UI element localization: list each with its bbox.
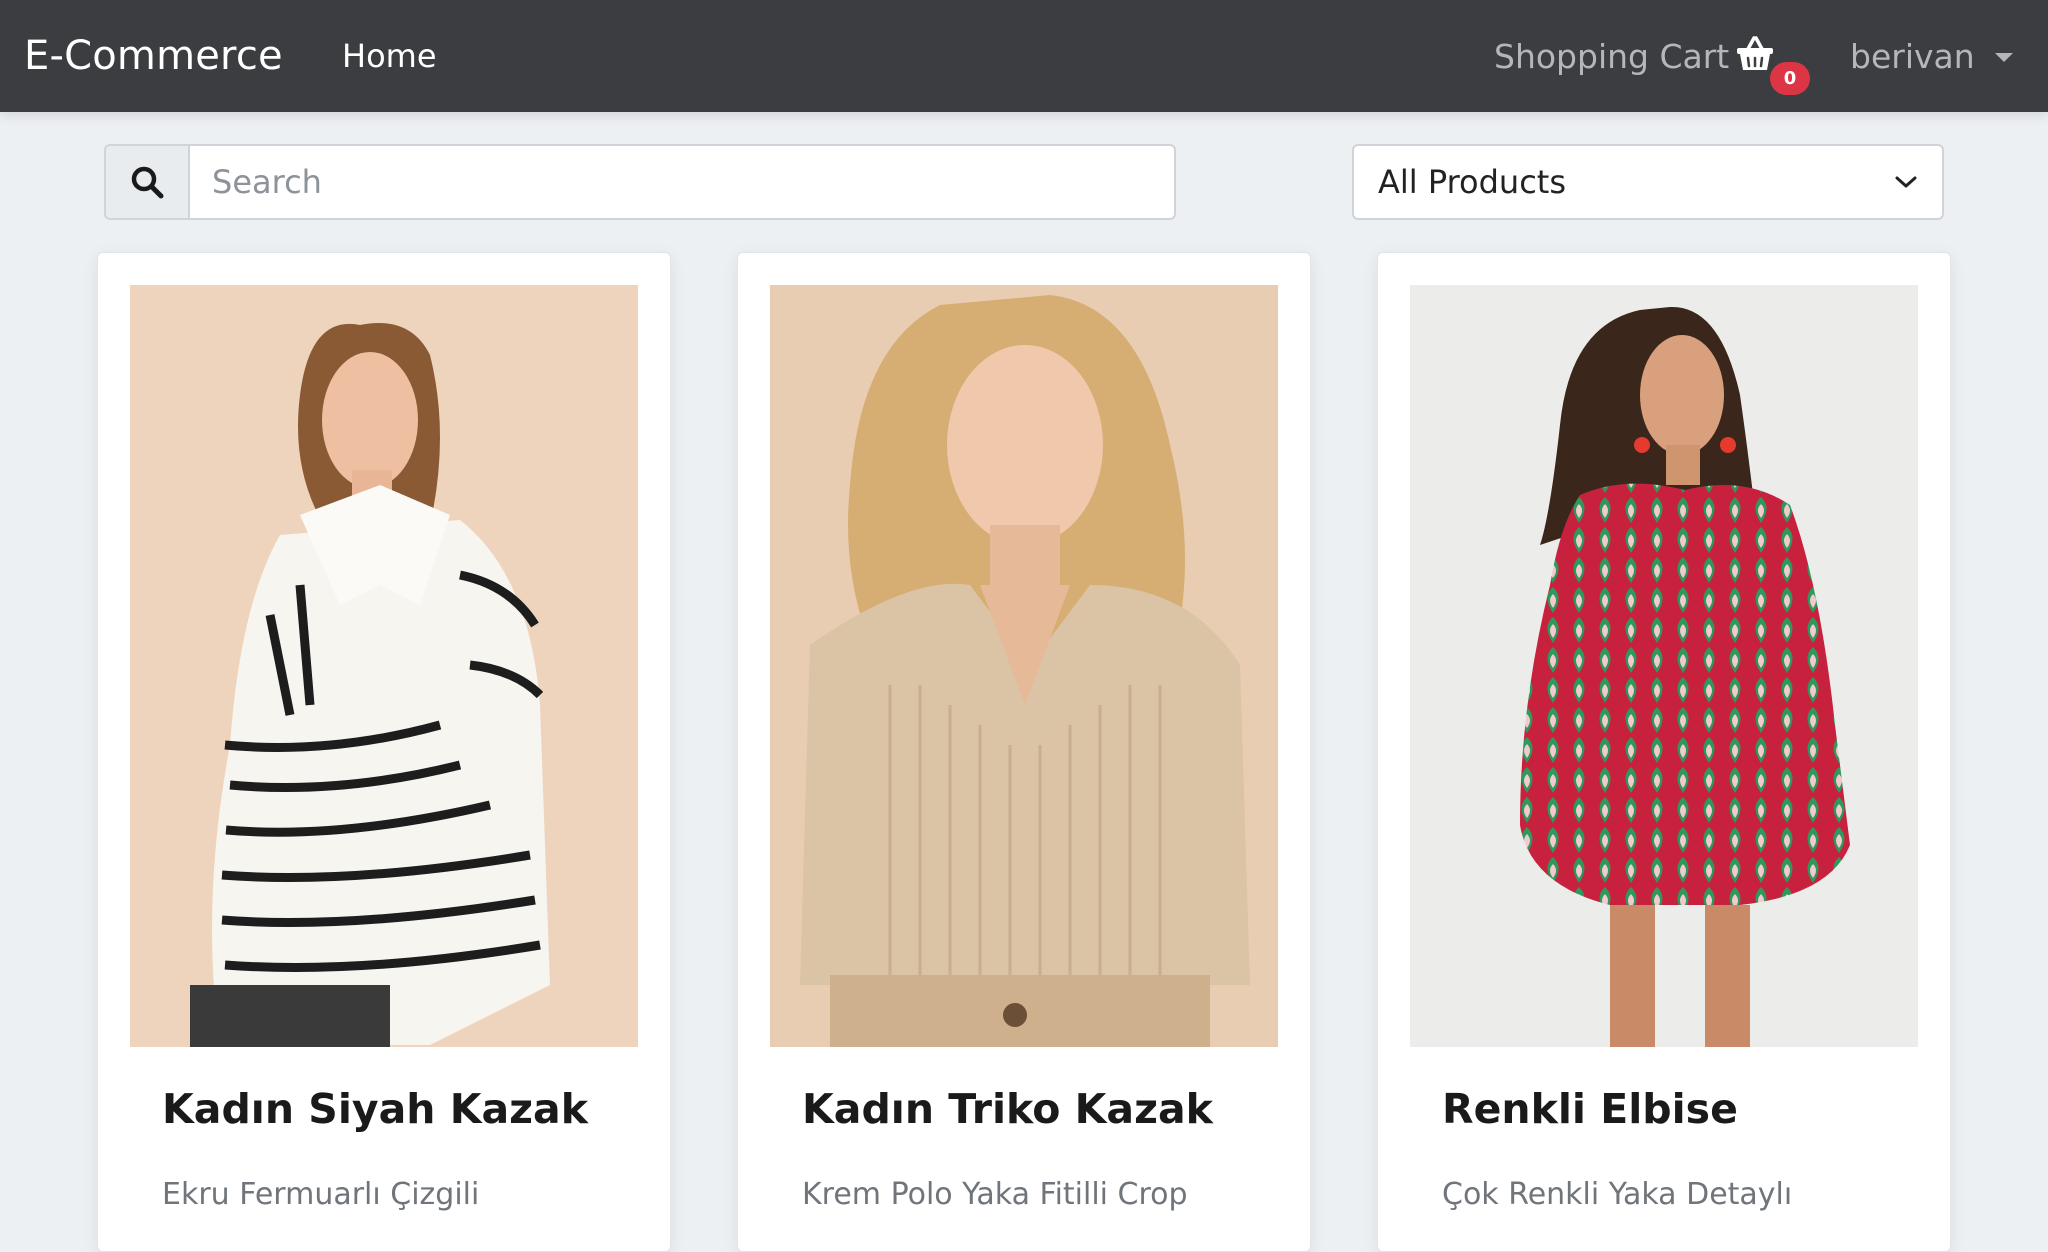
user-menu-toggle[interactable]: berivan — [1850, 32, 2013, 80]
product-card[interactable]: Renkli Elbise Çok Renkli Yaka Detaylı — [1377, 252, 1951, 1252]
cart-count-badge: 0 — [1770, 62, 1810, 95]
category-select[interactable]: All Products — [1352, 144, 1944, 220]
product-description: Krem Polo Yaka Fitilli Crop — [802, 1177, 1188, 1212]
nav-link-home[interactable]: Home — [342, 36, 437, 76]
category-selected-value: All Products — [1378, 163, 1567, 201]
product-description: Ekru Fermuarlı Çizgili — [162, 1177, 480, 1212]
product-card[interactable]: Kadın Siyah Kazak Ekru Fermuarlı Çizgili — [97, 252, 671, 1252]
product-photo-patterned-dress — [1410, 285, 1918, 1047]
search-input[interactable] — [188, 144, 1176, 220]
product-image[interactable] — [1410, 285, 1918, 1047]
shopping-cart-link[interactable]: Shopping Cart — [1494, 32, 1775, 80]
product-title[interactable]: Kadın Triko Kazak — [802, 1085, 1213, 1133]
basket-icon — [1737, 36, 1774, 70]
navbar: E-Commerce Home Shopping Cart 0 berivan — [0, 0, 2048, 112]
search-icon — [131, 166, 164, 199]
product-title[interactable]: Kadın Siyah Kazak — [162, 1085, 588, 1133]
brand-logo[interactable]: E-Commerce — [24, 30, 283, 82]
product-image[interactable] — [130, 285, 638, 1047]
product-card[interactable]: Kadın Triko Kazak Krem Polo Yaka Fitilli… — [737, 252, 1311, 1252]
chevron-down-icon — [1895, 176, 1917, 188]
caret-down-icon — [1994, 52, 2013, 62]
search-icon-addon — [104, 144, 188, 220]
product-image[interactable] — [770, 285, 1278, 1047]
shopping-cart-label: Shopping Cart — [1494, 36, 1730, 76]
search-group — [104, 144, 1176, 220]
product-photo-striped-sweater — [130, 285, 638, 1047]
product-photo-beige-knit — [770, 285, 1278, 1047]
user-name: berivan — [1850, 36, 1975, 76]
product-title[interactable]: Renkli Elbise — [1442, 1085, 1738, 1133]
product-description: Çok Renkli Yaka Detaylı — [1442, 1177, 1793, 1212]
